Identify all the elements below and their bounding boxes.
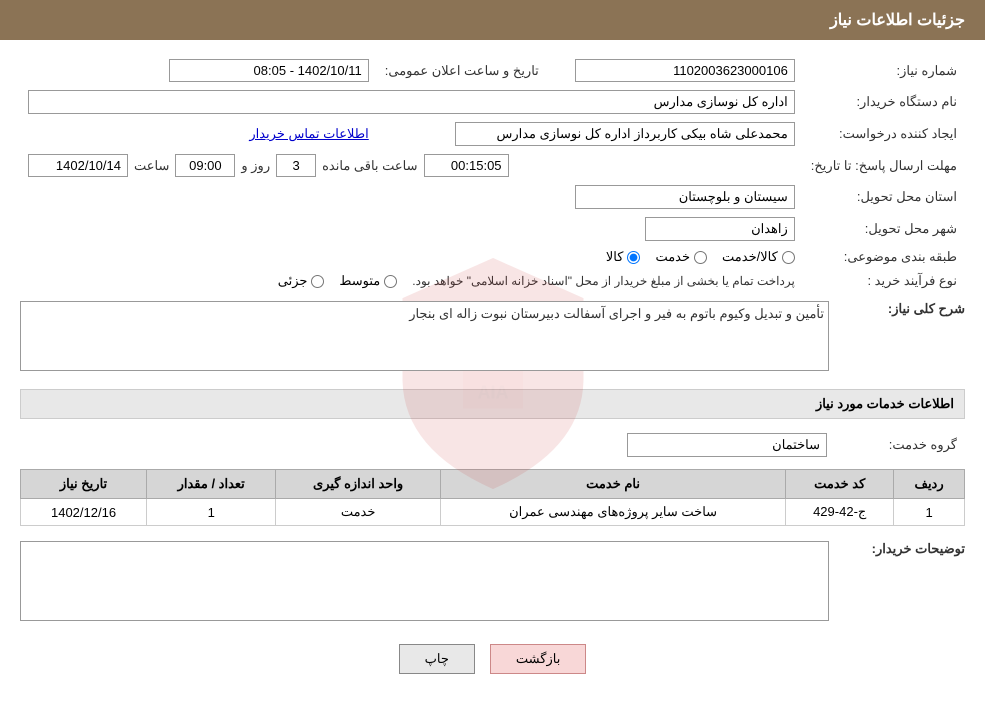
services-section-title: اطلاعات خدمات مورد نیاز <box>20 389 965 419</box>
announcement-date-label: تاریخ و ساعت اعلان عمومی: <box>377 55 547 86</box>
purchase-type-medium: متوسط <box>339 273 397 289</box>
purchase-type-label-small: جزئی <box>278 273 308 289</box>
purchase-type-label: نوع فرآیند خرید : <box>803 269 965 293</box>
service-group-table: گروه خدمت: ساختمان <box>20 429 965 461</box>
cell-count: 1 <box>147 499 276 526</box>
back-button[interactable]: بازگشت <box>490 644 586 674</box>
province-field: سیستان و بلوچستان <box>575 185 795 209</box>
purchase-type-label-medium: متوسط <box>339 273 380 289</box>
category-option-service: خدمت <box>655 249 707 265</box>
col-header-date: تاریخ نیاز <box>21 470 147 499</box>
creator-label: ایجاد کننده درخواست: <box>803 118 965 150</box>
purchase-type-small: جزئی <box>278 273 325 289</box>
main-info-table: شماره نیاز: 1102003623000106 تاریخ و ساع… <box>20 55 965 293</box>
buyer-org-field: اداره کل نوسازی مدارس <box>28 90 795 114</box>
category-radio-goods-service[interactable] <box>782 251 795 264</box>
button-group: بازگشت چاپ <box>20 644 965 694</box>
buyer-desc-label: توضیحات خریدار: <box>835 541 965 557</box>
service-group-label: گروه خدمت: <box>835 429 965 461</box>
service-group-field: ساختمان <box>627 433 827 457</box>
time-field: 09:00 <box>175 154 235 177</box>
category-option-goods-service: کالا/خدمت <box>722 249 795 265</box>
category-option-goods: کالا <box>606 249 641 265</box>
col-header-count: تعداد / مقدار <box>147 470 276 499</box>
category-label-goods-service: کالا/خدمت <box>722 249 778 265</box>
category-radio-service[interactable] <box>694 251 707 264</box>
remaining-label: ساعت باقی مانده <box>322 158 417 174</box>
category-label-goods: کالا <box>606 249 624 265</box>
days-field: 3 <box>276 154 316 177</box>
page-header: جزئیات اطلاعات نیاز <box>0 0 985 40</box>
creator-link[interactable]: اطلاعات تماس خریدار <box>249 126 368 141</box>
cell-date: 1402/12/16 <box>21 499 147 526</box>
cell-code: ج-42-429 <box>786 499 894 526</box>
purchase-type-radio-medium[interactable] <box>384 275 397 288</box>
deadline-date-field: 1402/10/14 <box>28 154 128 177</box>
city-field: زاهدان <box>645 217 795 241</box>
col-header-unit: واحد اندازه گیری <box>276 470 441 499</box>
page-title: جزئیات اطلاعات نیاز <box>830 12 965 29</box>
request-number-label: شماره نیاز: <box>803 55 965 86</box>
col-header-code: کد خدمت <box>786 470 894 499</box>
time-label: ساعت <box>134 158 169 174</box>
purchase-type-radio-small[interactable] <box>311 275 324 288</box>
announcement-date-field: 1402/10/11 - 08:05 <box>169 59 369 82</box>
request-number-field: 1102003623000106 <box>575 59 795 82</box>
col-header-row: ردیف <box>894 470 965 499</box>
deadline-label: مهلت ارسال پاسخ: تا تاریخ: <box>803 150 965 181</box>
services-table: ردیف کد خدمت نام خدمت واحد اندازه گیری ت… <box>20 469 965 526</box>
purchase-type-note: پرداخت تمام یا بخشی از مبلغ خریدار از مح… <box>412 274 795 288</box>
buyer-desc-textarea[interactable] <box>20 541 829 621</box>
purchase-type-radio-group: پرداخت تمام یا بخشی از مبلغ خریدار از مح… <box>28 273 795 289</box>
category-label-service: خدمت <box>655 249 690 265</box>
general-desc-label: شرح کلی نیاز: <box>835 301 965 317</box>
cell-unit: خدمت <box>276 499 441 526</box>
province-label: استان محل تحویل: <box>803 181 965 213</box>
remaining-time-field: 00:15:05 <box>424 154 509 177</box>
request-number-value: 1102003623000106 <box>567 55 803 86</box>
print-button[interactable]: چاپ <box>399 644 475 674</box>
category-radio-group: کالا/خدمت خدمت کالا <box>28 249 795 265</box>
category-radio-goods[interactable] <box>627 251 640 264</box>
buyer-org-label: نام دستگاه خریدار: <box>803 86 965 118</box>
days-label: روز و <box>241 158 270 174</box>
category-label: طبقه بندی موضوعی: <box>803 245 965 269</box>
table-row: 1 ج-42-429 ساخت سایر پروژه‌های مهندسی عم… <box>21 499 965 526</box>
cell-row: 1 <box>894 499 965 526</box>
creator-field: محمدعلی شاه بیکی کاربرداز اداره کل نوساز… <box>455 122 795 146</box>
cell-name: ساخت سایر پروژه‌های مهندسی عمران <box>440 499 785 526</box>
city-label: شهر محل تحویل: <box>803 213 965 245</box>
general-desc-textarea[interactable] <box>20 301 829 371</box>
col-header-name: نام خدمت <box>440 470 785 499</box>
